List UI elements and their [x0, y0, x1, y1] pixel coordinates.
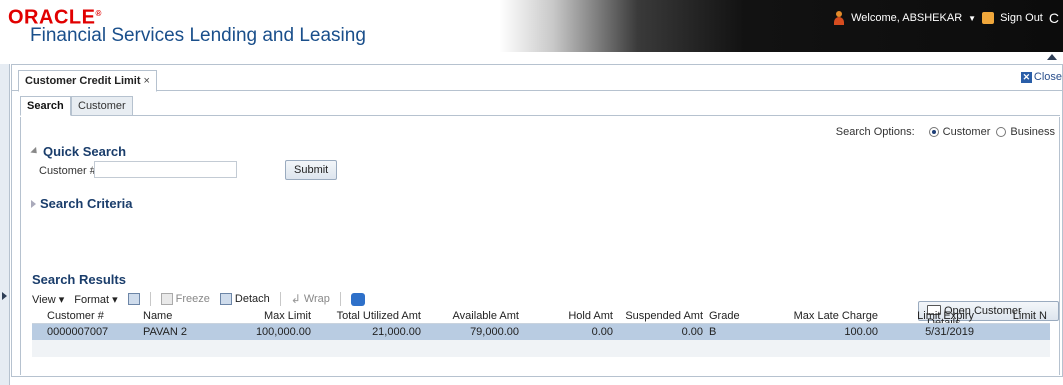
radio-customer-label: Customer: [942, 126, 991, 138]
column-header[interactable]: Name: [140, 309, 232, 324]
header-user-area: Welcome, ABSHEKAR ▼ Sign Out C: [833, 10, 1059, 26]
table-row-empty: [32, 340, 1050, 357]
close-tab-icon[interactable]: ×: [144, 75, 150, 87]
cell-name: PAVAN 2: [140, 323, 232, 340]
welcome-menu[interactable]: Welcome, ABSHEKAR: [851, 12, 962, 24]
table-header-row: Customer # Name Max Limit Total Utilized…: [32, 309, 1050, 324]
column-header[interactable]: Limit N: [977, 309, 1050, 324]
detach-label: Detach: [234, 293, 270, 305]
tab-customer-credit-limit[interactable]: Customer Credit Limit ×: [18, 70, 157, 92]
app-header: ORACLE® Financial Services Lending and L…: [0, 0, 1063, 52]
detach-button[interactable]: Detach: [219, 293, 270, 305]
column-header[interactable]: Grade: [706, 309, 786, 324]
cell-customer-number: 0000007007: [44, 323, 140, 340]
table-row[interactable]: 0000007007 PAVAN 2 100,000.00 21,000.00 …: [32, 323, 1050, 340]
search-results-title: Search Results: [32, 272, 126, 287]
quick-search-title: Quick Search: [43, 144, 127, 159]
column-header[interactable]: Suspended Amt: [616, 309, 706, 324]
radio-business[interactable]: [996, 127, 1007, 137]
refresh-icon: [350, 292, 365, 306]
column-header[interactable]: Limit Expiry: [881, 309, 977, 324]
user-icon: [833, 11, 845, 25]
cell-total-utilized: 21,000.00: [314, 323, 424, 340]
export-icon[interactable]: [127, 293, 140, 305]
freeze-button[interactable]: Freeze: [160, 293, 210, 305]
search-criteria-header[interactable]: Search Criteria: [31, 196, 133, 211]
left-rail: [0, 64, 10, 385]
quick-search-header[interactable]: Quick Search: [30, 144, 127, 159]
column-header-marker: [32, 309, 44, 324]
column-header[interactable]: Available Amt: [424, 309, 522, 324]
power-icon[interactable]: C: [1049, 10, 1059, 26]
view-menu[interactable]: View ▾: [32, 293, 64, 306]
cell-limit-expiry: 5/31/2019: [881, 323, 977, 340]
customer-number-input[interactable]: [94, 161, 237, 178]
cell-max-late-charge: 100.00: [786, 323, 881, 340]
toolbar-divider: [279, 292, 281, 306]
toolbar-divider: [149, 292, 151, 306]
refresh-button[interactable]: [350, 292, 365, 306]
freeze-label: Freeze: [175, 293, 210, 305]
results-table: Customer # Name Max Limit Total Utilized…: [32, 309, 1050, 357]
cell-suspended: 0.00: [616, 323, 706, 340]
brand: ORACLE® Financial Services Lending and L…: [8, 4, 366, 47]
expand-triangle-icon: [31, 199, 36, 208]
close-icon: ✕: [1020, 71, 1032, 83]
search-options-label: Search Options:: [835, 126, 915, 138]
product-name: Financial Services Lending and Leasing: [30, 24, 366, 46]
tab-search[interactable]: Search: [20, 96, 71, 116]
tab-label: Customer Credit Limit: [25, 75, 141, 87]
expand-rail-icon[interactable]: [2, 292, 7, 300]
submit-button[interactable]: Submit: [285, 160, 338, 180]
column-header[interactable]: Hold Amt: [522, 309, 616, 324]
search-options: Search Options: Customer Business: [836, 126, 1057, 138]
collapse-header-icon[interactable]: [1047, 54, 1057, 60]
results-toolbar: View ▾ Format ▾ Freeze Detach ↲ Wrap: [32, 291, 375, 307]
radio-customer[interactable]: [928, 127, 939, 137]
column-header[interactable]: Max Limit: [232, 309, 314, 324]
column-header[interactable]: Total Utilized Amt: [314, 309, 424, 324]
wrap-label: Wrap: [303, 293, 330, 305]
sub-tabs: Search Customer: [20, 96, 1060, 116]
format-menu[interactable]: Format ▾: [74, 293, 117, 306]
empty-cell: [32, 340, 1050, 357]
export-glyph-icon: [127, 293, 140, 305]
cell-limit-n: [977, 323, 1050, 340]
close-label: Close: [1033, 71, 1062, 83]
detach-icon: [219, 293, 232, 305]
cell-available: 79,000.00: [424, 323, 522, 340]
signout-icon[interactable]: [982, 12, 995, 24]
toolbar-divider: [339, 292, 341, 306]
tab-customer[interactable]: Customer: [71, 96, 133, 116]
cell-max-limit: 100,000.00: [232, 323, 314, 340]
cell-grade: B: [706, 323, 786, 340]
wrap-button[interactable]: ↲ Wrap: [291, 292, 330, 306]
document-tabbar: Customer Credit Limit × ✕ Close: [12, 65, 1062, 92]
row-marker[interactable]: [32, 323, 44, 340]
column-header[interactable]: Customer #: [44, 309, 140, 324]
collapse-triangle-icon: [30, 146, 40, 157]
close-panel-link[interactable]: ✕ Close: [1020, 71, 1062, 83]
search-criteria-title: Search Criteria: [40, 196, 133, 211]
freeze-icon: [160, 293, 173, 305]
cell-hold: 0.00: [522, 323, 616, 340]
chevron-down-icon[interactable]: ▼: [968, 14, 976, 23]
radio-business-label: Business: [1010, 126, 1055, 138]
signout-link[interactable]: Sign Out: [1000, 12, 1043, 24]
main-panel: Customer Credit Limit × ✕ Close Search Cu…: [11, 64, 1063, 377]
column-header[interactable]: Max Late Charge: [786, 309, 881, 324]
wrap-icon: ↲: [290, 292, 301, 306]
customer-number-label: Customer #: [39, 165, 96, 177]
